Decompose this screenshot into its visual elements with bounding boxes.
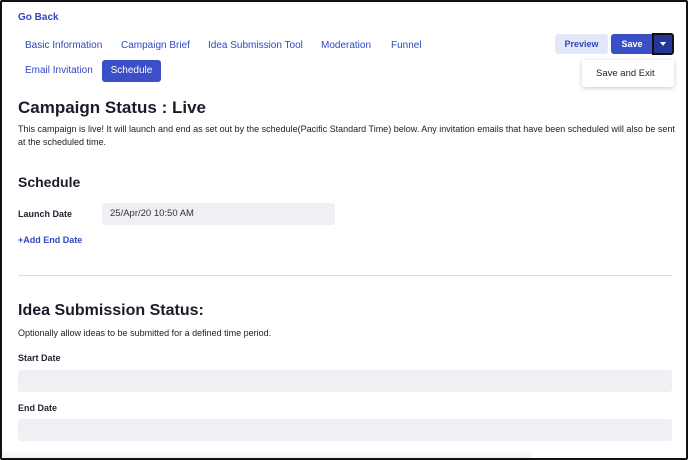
launch-date-label: Launch Date	[18, 209, 73, 219]
schedule-title: Schedule	[18, 174, 81, 190]
tab-email-invitation[interactable]: Email Invitation	[25, 60, 93, 82]
tab-moderation[interactable]: Moderation	[321, 35, 371, 57]
end-date-label: End Date	[18, 403, 58, 413]
campaign-status-description: This campaign is live! It will launch an…	[18, 124, 675, 147]
idea-submission-description: Optionally allow ideas to be submitted f…	[18, 328, 272, 338]
add-end-date-link[interactable]: +Add End Date	[18, 235, 82, 245]
campaign-status-title: Campaign Status : Live	[18, 98, 206, 117]
tab-basic-information[interactable]: Basic Information	[25, 35, 102, 57]
section-divider	[18, 275, 672, 276]
save-button[interactable]: Save	[611, 34, 653, 54]
launch-date-field[interactable]: 25/Apr/20 10:50 AM	[102, 203, 335, 225]
preview-button[interactable]: Preview	[555, 34, 608, 54]
caret-down-icon	[660, 42, 666, 46]
end-date-field[interactable]	[18, 419, 672, 441]
save-options-toggle[interactable]	[652, 33, 674, 55]
tab-funnel[interactable]: Funnel	[391, 35, 422, 57]
go-back-link[interactable]: Go Back	[18, 12, 59, 23]
tab-idea-submission-tool[interactable]: Idea Submission Tool	[208, 35, 303, 57]
start-date-field[interactable]	[18, 370, 672, 392]
app-frame: Go Back Basic Information Campaign Brief…	[0, 0, 688, 460]
save-and-exit-menu-item[interactable]: Save and Exit	[582, 60, 674, 87]
start-date-label: Start Date	[18, 353, 61, 363]
tab-schedule[interactable]: Schedule	[102, 60, 161, 82]
idea-submission-title: Idea Submission Status:	[18, 302, 204, 319]
scroll-shadow	[2, 450, 532, 458]
tab-campaign-brief[interactable]: Campaign Brief	[121, 35, 190, 57]
